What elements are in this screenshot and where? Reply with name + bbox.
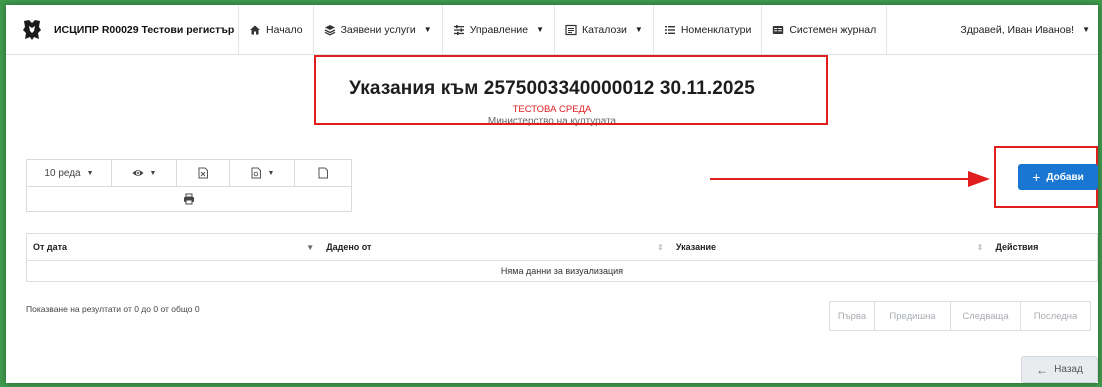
nav-home[interactable]: Начало <box>238 5 313 54</box>
export-excel-button[interactable] <box>176 159 230 187</box>
plus-icon: + <box>1032 169 1041 185</box>
title-highlight-box <box>314 55 828 125</box>
column-header-label: Дадено от <box>326 242 372 252</box>
export-file-button[interactable] <box>294 159 352 187</box>
column-header-given-by[interactable]: Дадено от ⇕ <box>320 233 670 261</box>
sort-icon: ⇕ <box>976 243 984 252</box>
instructions-table: От дата ▼ Дадено от ⇕ Указание ⇕ Действи… <box>26 233 1098 282</box>
chevron-down-icon: ▼ <box>1082 25 1090 34</box>
print-button[interactable] <box>26 186 352 212</box>
column-header-label: От дата <box>33 242 68 252</box>
back-button-label: Назад <box>1054 364 1083 375</box>
list-icon <box>664 25 675 34</box>
nav-nomenclatures-label: Номенклатури <box>680 23 752 36</box>
chevron-down-icon: ▼ <box>149 169 157 177</box>
column-header-actions: Действия <box>989 233 1098 261</box>
eye-icon <box>132 170 144 176</box>
navbar: ИСЦИПР R00029 Тестови регистър Начало За… <box>6 5 1098 55</box>
nav-catalogs[interactable]: Каталози ▼ <box>554 5 653 54</box>
nav-nomenclatures[interactable]: Номенклатури <box>652 5 762 54</box>
journal-icon <box>773 25 784 34</box>
chevron-down-icon: ▼ <box>86 169 94 177</box>
pagination: Първа Предишна Следваща Последна <box>829 301 1091 331</box>
add-button[interactable]: + Добави <box>1018 164 1098 190</box>
print-icon <box>184 193 194 205</box>
column-header-label: Указание <box>675 242 717 252</box>
nav-catalogs-label: Каталози <box>582 23 627 36</box>
sliders-icon <box>453 24 464 35</box>
arrow-left-icon: ← <box>1036 362 1049 377</box>
excel-icon <box>198 167 208 179</box>
table-row: Няма данни за визуализация <box>26 260 1098 282</box>
nav-management[interactable]: Управление ▼ <box>441 5 554 54</box>
coat-of-arms-icon <box>23 19 41 40</box>
brand-title: ИСЦИПР R00029 Тестови регистър <box>54 23 235 36</box>
nav-system-journal[interactable]: Системен журнал <box>761 5 886 54</box>
table-header-row: От дата ▼ Дадено от ⇕ Указание ⇕ Действи… <box>26 233 1098 261</box>
pagination-previous[interactable]: Предишна <box>874 301 951 331</box>
pagination-next[interactable]: Следваща <box>950 301 1021 331</box>
export-pdf-button[interactable]: ▼ <box>229 159 295 187</box>
app-window: ИСЦИПР R00029 Тестови регистър Начало За… <box>6 5 1098 383</box>
column-header-from-date[interactable]: От дата ▼ <box>26 233 321 261</box>
user-greeting: Здравей, Иван Иванов! <box>960 23 1075 36</box>
catalog-icon <box>565 24 577 35</box>
add-button-label: Добави <box>1046 171 1084 183</box>
nav-spacer <box>886 5 960 54</box>
back-button[interactable]: ← Назад <box>1021 356 1098 383</box>
column-visibility-button[interactable]: ▼ <box>111 159 177 187</box>
column-header-instruction[interactable]: Указание ⇕ <box>669 233 990 261</box>
nav-requested-services-label: Заявени услуги <box>340 23 416 36</box>
chevron-down-icon: ▼ <box>423 25 432 34</box>
empty-table-message: Няма данни за визуализация <box>26 260 1098 282</box>
layers-icon <box>324 24 335 36</box>
pagination-first[interactable]: Първа <box>829 301 875 331</box>
annotation-arrow <box>710 171 990 187</box>
chevron-down-icon: ▼ <box>634 25 643 34</box>
brand[interactable]: ИСЦИПР R00029 Тестови регистър <box>6 5 238 54</box>
chevron-down-icon: ▼ <box>536 25 545 34</box>
nav-requested-services[interactable]: Заявени услуги ▼ <box>312 5 442 54</box>
results-info: Показване на резултати от 0 до 0 от общо… <box>26 304 200 314</box>
chevron-down-icon: ▼ <box>267 169 275 177</box>
file-icon <box>318 167 328 179</box>
page-length-select[interactable]: 10 реда ▼ <box>26 159 112 187</box>
home-icon <box>250 25 260 34</box>
table-toolbar: 10 реда ▼ ▼ ▼ <box>26 159 352 212</box>
sort-desc-icon: ▼ <box>306 243 315 252</box>
column-header-label: Действия <box>995 242 1039 252</box>
user-menu[interactable]: Здравей, Иван Иванов! ▼ <box>960 24 1098 36</box>
nav-home-label: Начало <box>266 23 303 36</box>
pagination-last[interactable]: Последна <box>1020 301 1091 331</box>
page-length-label: 10 реда <box>44 167 81 179</box>
pdf-icon <box>251 167 261 179</box>
nav-management-label: Управление <box>469 23 529 36</box>
sort-icon: ⇕ <box>657 243 664 252</box>
nav-system-journal-label: Системен журнал <box>789 23 877 36</box>
